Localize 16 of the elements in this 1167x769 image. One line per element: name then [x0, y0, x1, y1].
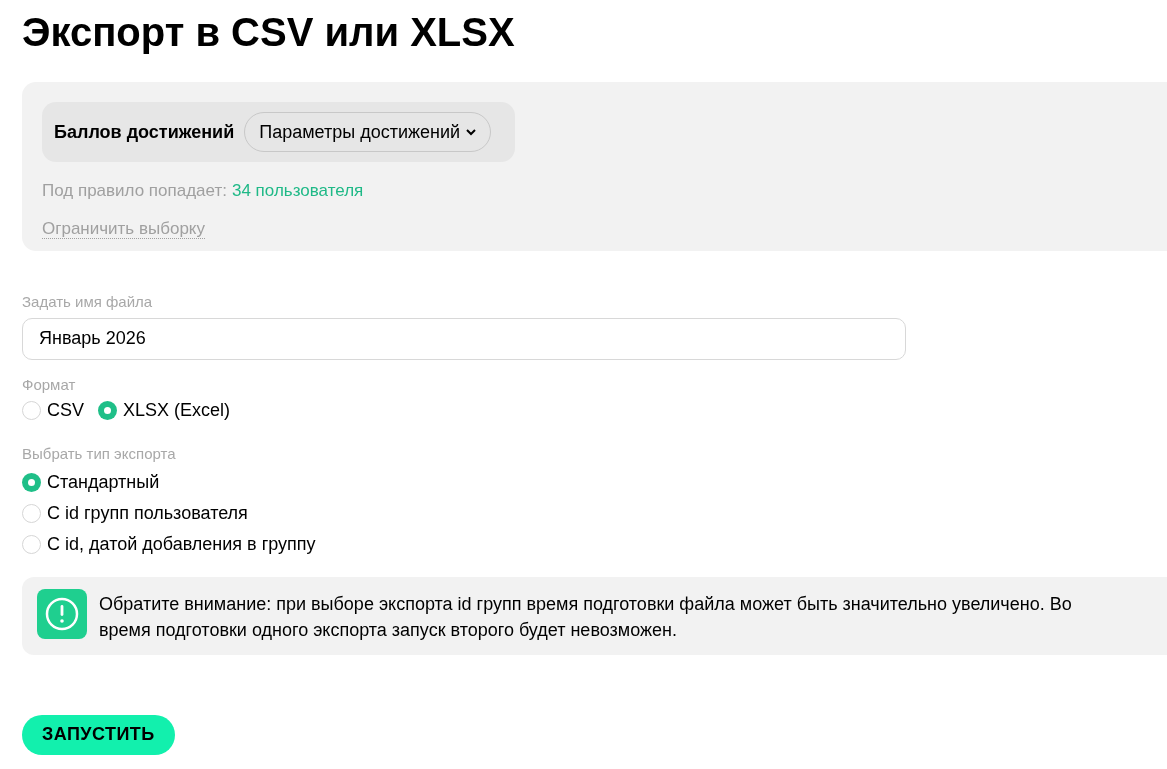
file-name-field[interactable]: Январь 2026 [22, 317, 906, 360]
match-label: Под правило попадает: [42, 180, 227, 202]
radio-option[interactable]: С id групп пользователя [22, 500, 1167, 526]
warning-icon [37, 588, 87, 639]
radio-option[interactable]: XLSX (Excel) [98, 398, 231, 423]
chevron-icon [466, 128, 477, 136]
format-label: Формат [22, 375, 76, 393]
field-label: Задать имя файла [22, 293, 153, 310]
run-button[interactable]: ЗАПУСТИТЬ [22, 714, 175, 755]
rule-label: Баллов достижений [54, 120, 235, 144]
export-type-label: Выбрать тип экспорта [22, 445, 176, 462]
radio-option[interactable]: С id, датой добавления в группу [22, 531, 1167, 557]
page-title: Экспорт в CSV или XLSX [22, 9, 515, 56]
radio-option[interactable]: CSV [22, 398, 84, 423]
notice-text: Обратите внимание: при выборе экспорта id групп время подготовки файла может быть значительно увеличено. Во время подготовки одного экспорта запуск второго будет невозможен. [99, 592, 1073, 642]
radio-option[interactable]: Стандартный [22, 469, 1167, 495]
